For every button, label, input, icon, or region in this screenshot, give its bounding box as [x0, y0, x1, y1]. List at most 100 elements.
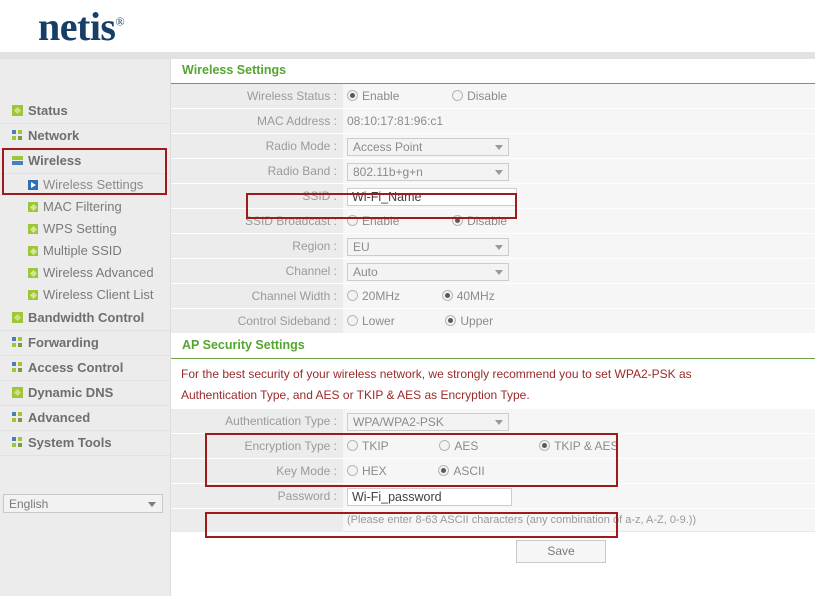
sidebar-item-dynamic-dns[interactable]: Dynamic DNS [0, 381, 170, 406]
password-label: Password : [171, 484, 343, 508]
radio-icon[interactable] [445, 315, 457, 326]
radio-band-value: 802.11b+g+n [343, 159, 815, 183]
sidebar-item-multiple-ssid[interactable]: Multiple SSID [0, 240, 170, 262]
language-select[interactable]: English [3, 494, 163, 513]
green-dot-icon [28, 268, 38, 278]
sidebar-item-label: Dynamic DNS [28, 385, 114, 400]
grid-squares-icon [12, 130, 23, 141]
control-sideband-value: Lower Upper [343, 309, 815, 333]
encryption-type-label: Encryption Type : [171, 434, 343, 458]
encryption-type-aes-option[interactable]: AES [439, 434, 478, 458]
sidebar-item-access-control[interactable]: Access Control [0, 356, 170, 381]
row-radio-band: Radio Band : 802.11b+g+n [171, 159, 815, 184]
radio-icon[interactable] [438, 465, 450, 476]
option-label: TKIP & AES [554, 439, 619, 453]
radio-icon[interactable] [347, 290, 358, 301]
wireless-status-disable-option[interactable]: Disable [452, 84, 507, 108]
sidebar-nav: Status Network Wireless Wireless Setting… [0, 99, 170, 456]
sidebar-item-status[interactable]: Status [0, 99, 170, 124]
authentication-type-select[interactable]: WPA/WPA2-PSK [347, 412, 509, 431]
radio-icon[interactable] [347, 465, 358, 476]
save-button[interactable]: Save [516, 540, 606, 563]
region-label: Region : [171, 234, 343, 258]
region-value: EU [343, 234, 815, 258]
ssid-broadcast-label: SSID Broadcast : [171, 209, 343, 233]
row-radio-mode: Radio Mode : Access Point [171, 134, 815, 159]
sidebar-item-label: Network [28, 128, 80, 143]
sidebar-item-bandwidth-control[interactable]: Bandwidth Control [0, 306, 170, 331]
radio-icon[interactable] [347, 215, 358, 226]
select-value: EU [353, 239, 370, 254]
green-diamond-icon [12, 312, 23, 323]
encryption-type-tkip-aes-option[interactable]: TKIP & AES [539, 434, 619, 458]
key-mode-label: Key Mode : [171, 459, 343, 483]
sidebar-item-network[interactable]: Network [0, 124, 170, 149]
radio-icon[interactable] [452, 215, 464, 226]
row-control-sideband: Control Sideband : Lower Upper [171, 309, 815, 334]
radio-icon[interactable] [347, 315, 358, 326]
registered-trademark-icon: ® [115, 14, 125, 29]
green-diamond-icon [12, 387, 23, 398]
radio-icon[interactable] [347, 90, 358, 101]
wireless-status-enable-option[interactable]: Enable [347, 84, 399, 108]
control-sideband-upper-option[interactable]: Upper [445, 309, 493, 333]
option-label: Upper [460, 314, 494, 328]
key-mode-hex-option[interactable]: HEX [347, 459, 387, 483]
sidebar-item-forwarding[interactable]: Forwarding [0, 331, 170, 356]
sidebar-item-system-tools[interactable]: System Tools [0, 431, 170, 456]
radio-icon[interactable] [439, 440, 451, 451]
password-input[interactable]: Wi-Fi_password [347, 487, 512, 506]
sidebar-item-label: Advanced [28, 410, 91, 425]
sidebar-item-wireless[interactable]: Wireless [0, 149, 170, 174]
row-encryption-type: Encryption Type : TKIP AES TKIP & AES [171, 434, 815, 459]
sidebar-item-label: Wireless Client List [43, 287, 154, 302]
select-value: 802.11b+g+n [353, 164, 423, 179]
sidebar-item-wireless-advanced[interactable]: Wireless Advanced [0, 262, 170, 284]
password-value: Wi-Fi_password [343, 484, 815, 508]
sidebar-item-wireless-client-list[interactable]: Wireless Client List [0, 284, 170, 306]
option-label: 20MHz [362, 289, 401, 303]
row-key-mode: Key Mode : HEX ASCII [171, 459, 815, 484]
sidebar-item-label: Forwarding [28, 335, 99, 350]
option-label: AES [454, 439, 479, 453]
channel-label: Channel : [171, 259, 343, 283]
radio-icon[interactable] [441, 290, 453, 301]
sidebar-item-wireless-settings[interactable]: Wireless Settings [0, 174, 170, 196]
channel-width-20mhz-option[interactable]: 20MHz [347, 284, 400, 308]
mac-address-value: 08:10:17:81:96:c1 [347, 114, 444, 128]
security-warning-line-2: Authentication Type, and AES or TKIP & A… [181, 388, 530, 402]
ssid-input[interactable]: Wi-Fi_Name [347, 187, 517, 206]
page-header: netis® [0, 0, 815, 52]
sidebar-item-label: Status [28, 103, 68, 118]
control-sideband-lower-option[interactable]: Lower [347, 309, 395, 333]
sidebar-item-mac-filtering[interactable]: MAC Filtering [0, 196, 170, 218]
encryption-type-value: TKIP AES TKIP & AES [343, 434, 815, 458]
sidebar-item-wps-setting[interactable]: WPS Setting [0, 218, 170, 240]
channel-width-label: Channel Width : [171, 284, 343, 308]
sidebar-item-advanced[interactable]: Advanced [0, 406, 170, 431]
ssid-label: SSID : [171, 184, 343, 208]
encryption-type-tkip-option[interactable]: TKIP [347, 434, 389, 458]
radio-icon[interactable] [452, 90, 464, 101]
authentication-type-value: WPA/WPA2-PSK [343, 409, 815, 433]
region-select[interactable]: EU [347, 237, 509, 256]
channel-select[interactable]: Auto [347, 262, 509, 281]
option-label: HEX [362, 464, 387, 478]
channel-width-40mhz-option[interactable]: 40MHz [441, 284, 495, 308]
radio-icon[interactable] [347, 440, 358, 451]
sidebar-item-label: Bandwidth Control [28, 310, 145, 325]
sidebar-item-label: WPS Setting [43, 221, 117, 236]
key-mode-ascii-option[interactable]: ASCII [438, 459, 485, 483]
router-admin-page: netis® Status Network Wireless Wireless … [0, 0, 815, 596]
two-bars-icon [12, 155, 23, 166]
wireless-status-value: Enable Disable [343, 84, 815, 108]
chevron-down-icon [495, 269, 503, 275]
ssid-broadcast-disable-option[interactable]: Disable [452, 209, 507, 233]
header-divider-bar [0, 52, 815, 59]
radio-mode-select[interactable]: Access Point [347, 137, 509, 156]
radio-band-select[interactable]: 802.11b+g+n [347, 162, 509, 181]
grid-squares-icon [12, 362, 23, 373]
ssid-broadcast-enable-option[interactable]: Enable [347, 209, 399, 233]
green-diamond-icon [12, 105, 23, 116]
radio-icon[interactable] [539, 440, 551, 451]
